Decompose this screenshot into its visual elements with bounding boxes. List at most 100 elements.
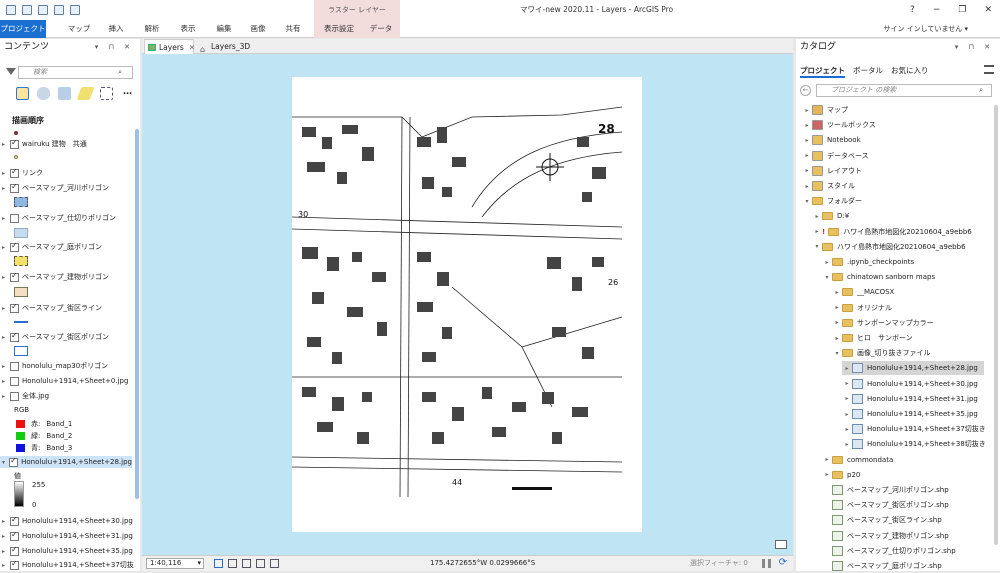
- minimize-button[interactable]: −: [933, 0, 941, 20]
- catalog-item[interactable]: ▾ chinatown sanborn maps: [822, 270, 935, 284]
- chevron-right-icon[interactable]: ▸: [812, 228, 822, 235]
- catalog-item[interactable]: ▸ Honolulu+1914,+Sheet+31.jpg: [842, 392, 978, 406]
- catalog-item[interactable]: ▾ フォルダー: [802, 194, 862, 208]
- tab-project[interactable]: プロジェクト: [0, 20, 46, 38]
- tab-layers[interactable]: Layers ✕: [144, 39, 195, 54]
- layer-item[interactable]: ▸ Honolulu+1914,+Sheet+0.jpg: [2, 375, 128, 387]
- scale-combobox[interactable]: 1:40,116 ▾: [146, 558, 204, 569]
- catalog-scrollbar[interactable]: [994, 105, 998, 545]
- pane-controls[interactable]: ▾ ⊓ ✕: [95, 39, 134, 55]
- pane-controls[interactable]: ▾ ⊓ ✕: [955, 39, 994, 55]
- layer-item[interactable]: ▸ベースマップ_街区ポリゴン: [2, 331, 109, 343]
- selection-icon[interactable]: [58, 87, 71, 100]
- layer-checkbox[interactable]: [10, 241, 19, 252]
- chevron-right-icon[interactable]: ▸: [802, 137, 812, 144]
- tab-map[interactable]: マップ: [62, 20, 96, 38]
- layer-item[interactable]: ▸wairuku 建物 共通: [2, 138, 87, 150]
- chevron-right-icon[interactable]: ▸: [822, 471, 832, 478]
- catalog-item[interactable]: ▾ 画像_切り抜きファイル: [832, 346, 931, 360]
- layer-item-selected[interactable]: ▾Honolulu+1914,+Sheet+28.jpg: [0, 456, 132, 468]
- chevron-right-icon[interactable]: ▸: [802, 122, 812, 129]
- catalog-item[interactable]: ▸ Notebook: [802, 133, 861, 147]
- layer-checkbox[interactable]: [10, 302, 19, 313]
- chevron-right-icon[interactable]: ▸: [822, 259, 832, 266]
- catalog-item[interactable]: ▸ マップ: [802, 103, 848, 117]
- filter-icon[interactable]: [6, 68, 16, 75]
- layer-checkbox[interactable]: [10, 213, 19, 223]
- catalog-item[interactable]: ▸ Honolulu+1914,+Sheet+35.jpg: [842, 407, 978, 421]
- layer-item[interactable]: ▸ベースマップ_庭ポリゴン: [2, 241, 102, 253]
- chevron-right-icon[interactable]: ▸: [842, 411, 852, 418]
- overview-icon[interactable]: [775, 540, 787, 549]
- menu-icon[interactable]: [984, 65, 994, 74]
- close-button[interactable]: ✕: [984, 0, 992, 20]
- layer-checkbox[interactable]: [10, 271, 19, 282]
- map-view[interactable]: Layers ✕ ⌂ Layers_3D 28 30 26 44 1:40,11…: [142, 39, 793, 571]
- catalog-item[interactable]: ▾ ハワイ島熱市地図化20210604_a9ebb6: [812, 240, 966, 254]
- catalog-item[interactable]: ▸ p20: [822, 468, 860, 482]
- data-source-icon[interactable]: [37, 87, 50, 100]
- chevron-right-icon[interactable]: ▸: [832, 289, 842, 296]
- catalog-item[interactable]: ベースマップ_河川ポリゴン.shp: [822, 483, 949, 497]
- layer-item[interactable]: ▸ベースマップ_建物ポリゴン: [2, 271, 109, 283]
- catalog-item[interactable]: ▸ Honolulu+1914,+Sheet+37切抜き: [842, 422, 986, 436]
- layer-item[interactable]: ▸ベースマップ_河川ポリゴン: [2, 182, 109, 194]
- chevron-right-icon[interactable]: ▸: [802, 152, 812, 159]
- chevron-right-icon[interactable]: ▸: [802, 167, 812, 174]
- tab-catalog-favorites[interactable]: お気に入り: [891, 65, 929, 78]
- catalog-search-input[interactable]: プロジェクト の検索 ⌕: [816, 84, 992, 97]
- layer-checkbox[interactable]: [10, 391, 19, 401]
- catalog-item[interactable]: ▸ レイアウト: [802, 164, 862, 178]
- layer-checkbox[interactable]: [9, 456, 19, 467]
- refresh-icon[interactable]: ⟳: [779, 557, 787, 568]
- chevron-right-icon[interactable]: ▸: [812, 213, 822, 220]
- open-project-icon[interactable]: [22, 5, 32, 15]
- back-icon[interactable]: ←: [800, 85, 811, 96]
- chevron-right-icon[interactable]: ▸: [842, 365, 852, 372]
- save-icon[interactable]: [38, 5, 48, 15]
- help-button[interactable]: ?: [910, 0, 915, 20]
- undo-icon[interactable]: [54, 5, 64, 15]
- chevron-right-icon[interactable]: ▸: [842, 441, 852, 448]
- layer-checkbox[interactable]: [10, 515, 19, 526]
- drawing-order-icon[interactable]: [16, 87, 29, 100]
- layer-checkbox[interactable]: [10, 331, 19, 342]
- contents-scrollbar[interactable]: [135, 129, 139, 499]
- chevron-down-icon[interactable]: ▾: [802, 198, 812, 205]
- layer-checkbox[interactable]: [10, 138, 19, 149]
- chevron-right-icon[interactable]: ▸: [822, 456, 832, 463]
- catalog-item[interactable]: ▸ commondata: [822, 453, 893, 467]
- layer-item[interactable]: ▸ 全体.jpg: [2, 390, 49, 402]
- layer-item[interactable]: ▸Honolulu+1914,+Sheet+31.jpg: [2, 530, 133, 542]
- layer-item[interactable]: ▸Honolulu+1914,+Sheet+30.jpg: [2, 515, 133, 527]
- chevron-right-icon[interactable]: ▸: [802, 183, 812, 190]
- tab-catalog-portal[interactable]: ポータル: [853, 65, 883, 78]
- dynamic-constraint-icon[interactable]: [242, 559, 251, 568]
- layer-item[interactable]: ▸リンク: [2, 167, 43, 179]
- signin-status[interactable]: サイン インしていません ▾: [883, 20, 968, 38]
- chevron-right-icon[interactable]: ▸: [832, 335, 842, 342]
- layer-item[interactable]: ▸ ベースマップ_仕切りポリゴン: [2, 212, 116, 224]
- catalog-item[interactable]: ▸! ハワイ島熱市地図化20210604_a9ebb6: [812, 225, 972, 239]
- settings-icon[interactable]: [270, 559, 279, 568]
- catalog-item[interactable]: ▸ ツールボックス: [802, 118, 876, 132]
- more-options-icon[interactable]: …: [121, 87, 134, 100]
- catalog-item[interactable]: ベースマップ_街区ライン.shp: [822, 513, 942, 527]
- pause-icon[interactable]: [762, 559, 771, 568]
- new-project-icon[interactable]: [6, 5, 16, 15]
- chevron-right-icon[interactable]: ▸: [842, 380, 852, 387]
- chevron-right-icon[interactable]: ▸: [842, 426, 852, 433]
- snapping-toggle-icon[interactable]: [256, 559, 265, 568]
- restore-button[interactable]: ❐: [958, 0, 966, 20]
- catalog-item[interactable]: ベースマップ_仕切りポリゴン.shp: [822, 544, 956, 558]
- chevron-down-icon[interactable]: ▾: [812, 243, 822, 250]
- editing-icon[interactable]: [76, 87, 95, 100]
- catalog-item[interactable]: ▸ スタイル: [802, 179, 855, 193]
- layer-checkbox[interactable]: [10, 376, 19, 386]
- fixed-zoom-icon[interactable]: [214, 559, 223, 568]
- catalog-item[interactable]: ベースマップ_街区ポリゴン.shp: [822, 498, 949, 512]
- chevron-down-icon[interactable]: ▾: [832, 350, 842, 357]
- catalog-item[interactable]: ▸ サンボーンマップカラー: [832, 316, 934, 330]
- tab-share[interactable]: 共有: [278, 20, 308, 38]
- tab-layers-3d[interactable]: ⌂ Layers_3D: [197, 39, 257, 54]
